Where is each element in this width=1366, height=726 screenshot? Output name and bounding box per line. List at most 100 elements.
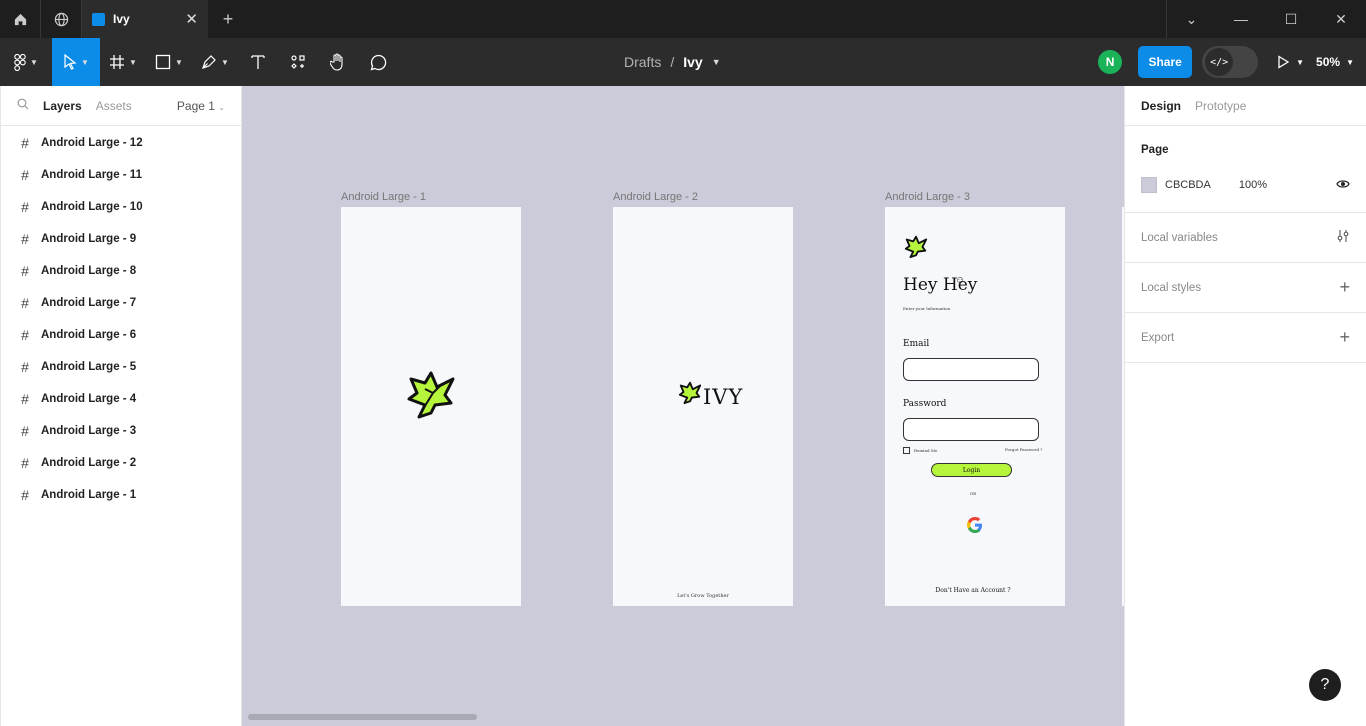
maximize-button[interactable]: ☐ <box>1266 0 1316 38</box>
hand-tool-button[interactable] <box>318 38 358 86</box>
tab-layers[interactable]: Layers <box>43 99 82 113</box>
figma-file-icon <box>92 12 105 26</box>
frame-android-large-1[interactable] <box>341 207 521 606</box>
password-input[interactable] <box>903 418 1039 441</box>
or-divider: OR <box>969 491 977 496</box>
password-label: Password <box>903 399 947 409</box>
plus-icon[interactable]: + <box>1339 327 1350 348</box>
plus-icon[interactable]: + <box>1339 277 1350 298</box>
chevron-down-icon: ⌄ <box>218 102 225 112</box>
comment-tool-button[interactable] <box>358 38 398 86</box>
email-input[interactable] <box>903 358 1039 381</box>
layer-item[interactable]: # Android Large - 12 <box>1 127 241 159</box>
ivy-leaf-logo <box>678 381 702 405</box>
page-selector[interactable]: Page 1 ⌄ <box>177 99 225 113</box>
zoom-menu[interactable]: 50% ▼ <box>1316 55 1354 69</box>
frame-label[interactable]: Android Large - 2 <box>613 191 698 203</box>
frame-tool-button[interactable]: ▼ <box>100 38 146 86</box>
file-tab[interactable]: Ivy ✕ <box>82 0 208 38</box>
zoom-level: 50% <box>1316 55 1341 69</box>
frame-android-large-3[interactable]: Hey Hey ☺ Enter your Information Email P… <box>885 207 1065 606</box>
google-icon[interactable] <box>965 515 985 535</box>
community-globe-icon[interactable] <box>41 0 82 38</box>
layer-label: Android Large - 11 <box>41 169 142 181</box>
layer-label: Android Large - 2 <box>41 457 137 469</box>
layer-label: Android Large - 7 <box>41 297 137 309</box>
home-icon[interactable] <box>0 0 41 38</box>
close-tab-icon[interactable]: ✕ <box>185 10 198 28</box>
eye-icon[interactable] <box>1336 179 1350 192</box>
new-tab-button[interactable]: + <box>208 0 248 38</box>
frame-label[interactable]: Android Large - 3 <box>885 191 970 203</box>
forgot-password-link[interactable]: Forgot Password ? <box>1005 447 1042 452</box>
window-controls: ⌄ — ☐ ✕ <box>1166 0 1366 38</box>
frame-hash-icon: # <box>21 423 29 439</box>
chevron-down-icon: ▼ <box>129 57 137 67</box>
layer-item[interactable]: # Android Large - 6 <box>1 319 241 351</box>
layer-item[interactable]: # Android Large - 7 <box>1 287 241 319</box>
layer-item[interactable]: # Android Large - 5 <box>1 351 241 383</box>
rectangle-icon <box>155 54 171 70</box>
frame-hash-icon: # <box>21 199 29 215</box>
file-name[interactable]: Ivy <box>683 54 702 70</box>
layer-item[interactable]: # Android Large - 10 <box>1 191 241 223</box>
title-bar: Ivy ✕ + ⌄ — ☐ ✕ <box>0 0 1366 38</box>
frame-hash-icon: # <box>21 295 29 311</box>
tab-design[interactable]: Design <box>1141 99 1181 113</box>
layer-item[interactable]: # Android Large - 1 <box>1 479 241 511</box>
page-selector-label: Page 1 <box>176 98 215 113</box>
dev-mode-toggle[interactable]: </> <box>1202 46 1259 78</box>
local-styles-label[interactable]: Local styles <box>1141 282 1201 294</box>
signup-prompt[interactable]: Don't Have an Account ? <box>885 587 1061 594</box>
local-variables-label[interactable]: Local variables <box>1141 232 1218 244</box>
layer-item[interactable]: # Android Large - 9 <box>1 223 241 255</box>
share-button[interactable]: Share <box>1138 46 1193 78</box>
page-fill-row[interactable]: CBCBDA 100% <box>1141 174 1350 196</box>
variables-settings-icon[interactable] <box>1336 227 1350 248</box>
breadcrumb-drafts[interactable]: Drafts <box>624 54 661 70</box>
layer-item[interactable]: # Android Large - 4 <box>1 383 241 415</box>
avatar[interactable]: N <box>1098 50 1123 74</box>
resources-tool-button[interactable] <box>278 38 318 86</box>
chevron-down-icon: ▼ <box>81 57 89 67</box>
horizontal-scrollbar[interactable] <box>248 714 477 720</box>
chevron-down-icon[interactable]: ▼ <box>712 57 721 67</box>
login-button[interactable]: Login <box>931 463 1012 477</box>
tab-assets[interactable]: Assets <box>96 99 132 113</box>
remember-checkbox[interactable] <box>903 447 910 454</box>
shape-tool-button[interactable]: ▼ <box>146 38 192 86</box>
layers-panel: Layers Assets Page 1 ⌄ # Android Large - … <box>0 86 242 726</box>
page-color-hex[interactable]: CBCBDA <box>1165 179 1211 191</box>
play-icon <box>1278 55 1290 69</box>
design-canvas[interactable]: Android Large - 1 Android Large - 2 IVY … <box>242 86 1124 726</box>
left-panel-tabs: Layers Assets Page 1 ⌄ <box>1 86 241 126</box>
help-button[interactable]: ? <box>1309 669 1341 701</box>
layer-item[interactable]: # Android Large - 11 <box>1 159 241 191</box>
search-icon[interactable] <box>17 98 29 113</box>
close-window-button[interactable]: ✕ <box>1316 0 1366 38</box>
export-label[interactable]: Export <box>1141 332 1174 344</box>
chevron-down-icon: ▼ <box>1346 57 1354 67</box>
move-tool-button[interactable]: ▼ <box>52 38 100 86</box>
local-styles-section: Local styles + <box>1125 263 1366 313</box>
cursor-icon <box>64 54 77 70</box>
breadcrumb: Drafts / Ivy ▼ <box>624 38 721 86</box>
tagline: Let's Grow Together <box>677 593 729 599</box>
layer-item[interactable]: # Android Large - 2 <box>1 447 241 479</box>
present-button[interactable]: ▼ <box>1276 55 1304 69</box>
comment-bubble-icon <box>370 54 386 70</box>
main-menu-button[interactable]: ▼ <box>0 38 52 86</box>
page-opacity[interactable]: 100% <box>1239 179 1267 191</box>
chevron-down-icon[interactable]: ⌄ <box>1166 0 1216 38</box>
frame-label[interactable]: Android Large - 1 <box>341 191 426 203</box>
pen-tool-button[interactable]: ▼ <box>192 38 238 86</box>
greeting-heading: Hey Hey <box>903 275 978 295</box>
layer-label: Android Large - 3 <box>41 425 137 437</box>
frame-android-large-2[interactable]: IVY Let's Grow Together <box>613 207 793 606</box>
layer-item[interactable]: # Android Large - 8 <box>1 255 241 287</box>
color-swatch[interactable] <box>1141 177 1157 193</box>
text-tool-button[interactable] <box>238 38 278 86</box>
minimize-button[interactable]: — <box>1216 0 1266 38</box>
tab-prototype[interactable]: Prototype <box>1195 99 1246 113</box>
layer-item[interactable]: # Android Large - 3 <box>1 415 241 447</box>
